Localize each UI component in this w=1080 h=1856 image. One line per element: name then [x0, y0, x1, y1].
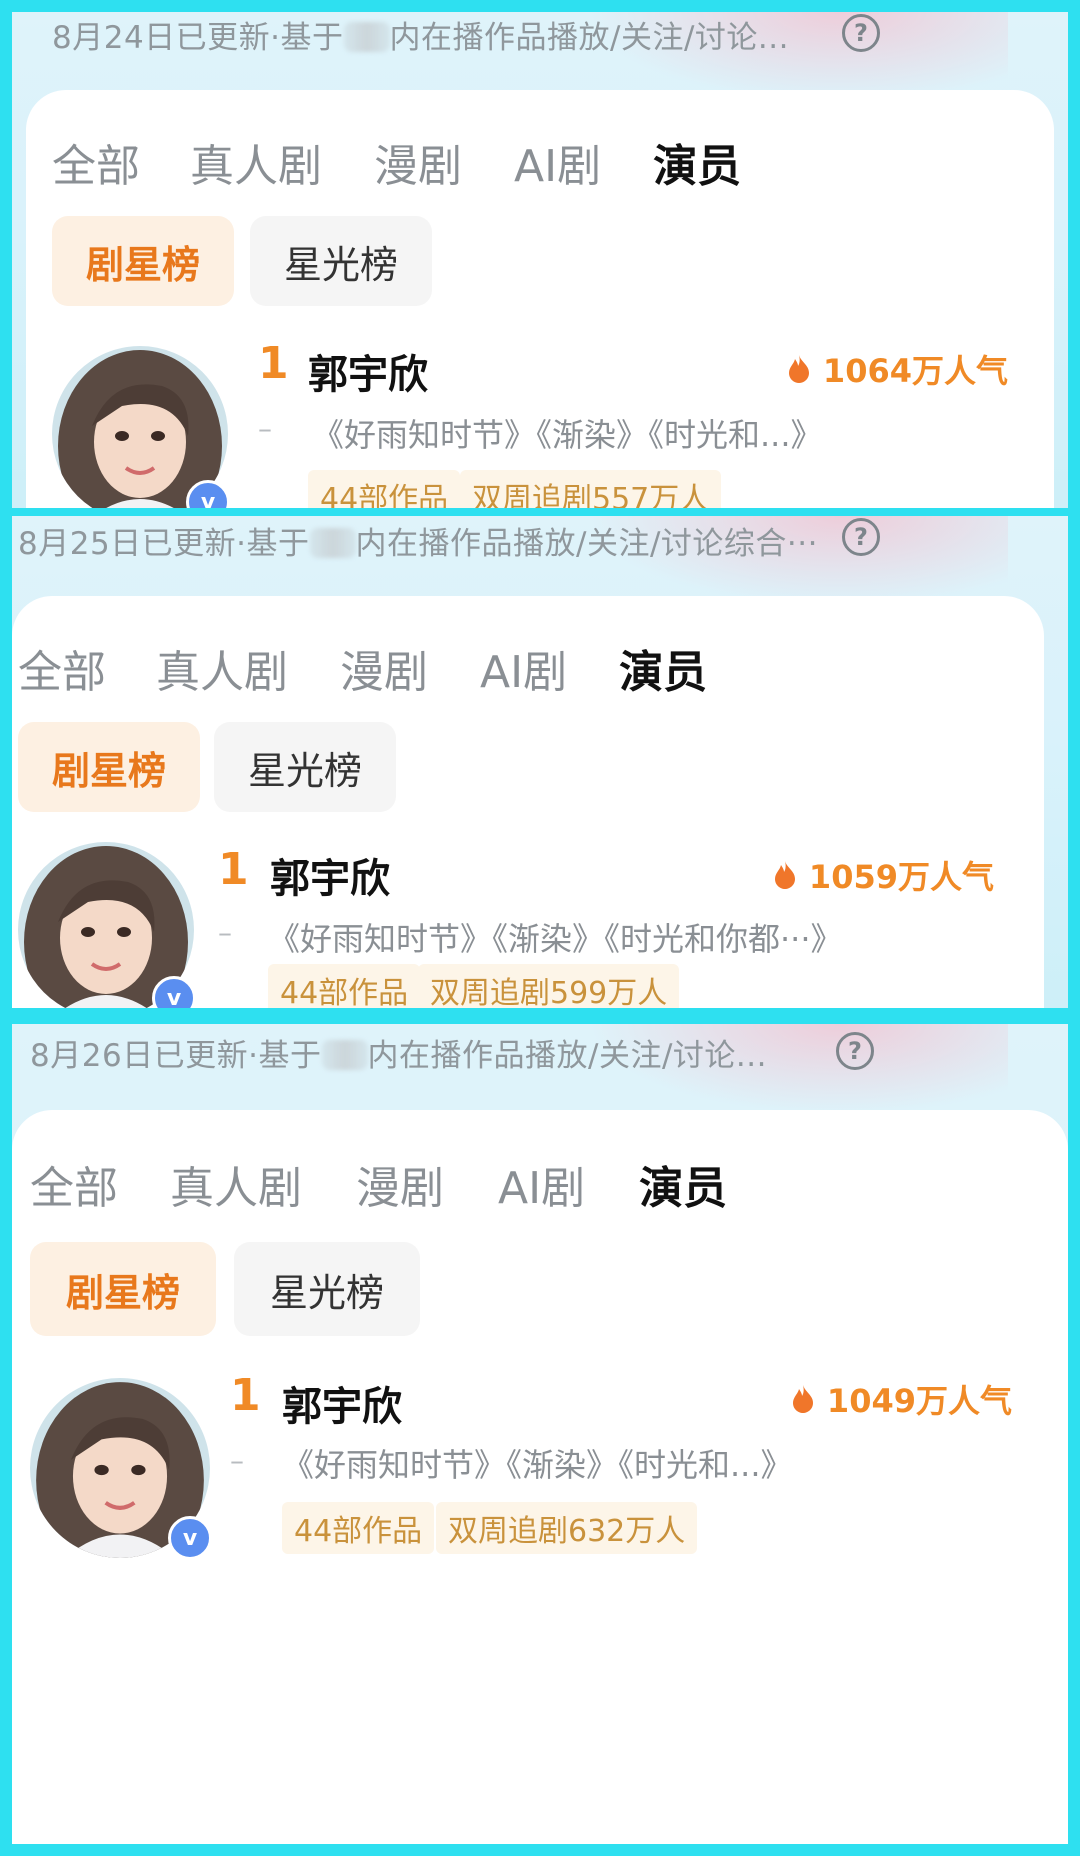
verified-badge-icon: v — [168, 1516, 212, 1560]
category-tabs: 全部 真人剧 漫剧 AI剧 演员 — [52, 130, 741, 194]
followers-tag: 双周追剧632万人 — [436, 1502, 698, 1554]
blurred-app-name — [309, 528, 356, 558]
tab-live-action[interactable]: 真人剧 — [190, 130, 322, 194]
tab-all[interactable]: 全部 — [30, 1152, 118, 1216]
flame-icon — [791, 1384, 815, 1414]
ranking-snapshot-1: 8月24日已更新·基于 内在播作品播放/关注/讨论... ? 全部 真人剧 漫剧 … — [12, 12, 1068, 508]
ranking-card: 全部 真人剧 漫剧 AI剧 演员 剧星榜 星光榜 v — [12, 596, 1044, 1008]
actor-name[interactable]: 郭宇欣 — [308, 342, 428, 400]
tab-comic[interactable]: 漫剧 — [340, 636, 428, 700]
tab-ai-drama[interactable]: AI剧 — [498, 1152, 585, 1216]
subtab-drama-star-ranking[interactable]: 剧星榜 — [30, 1242, 216, 1336]
subtab-starlight-ranking[interactable]: 星光榜 — [250, 216, 432, 306]
question-circle-icon[interactable]: ? — [842, 14, 880, 52]
tab-ai-drama[interactable]: AI剧 — [514, 130, 601, 194]
rank-change: – — [218, 916, 232, 949]
tab-all[interactable]: 全部 — [18, 636, 106, 700]
category-tabs: 全部 真人剧 漫剧 AI剧 演员 — [30, 1152, 727, 1216]
popularity-value: 1064万人气 — [822, 352, 1008, 390]
tab-actors[interactable]: 演员 — [639, 1152, 727, 1216]
update-info: 8月26日已更新·基于 内在播作品播放/关注/讨论... — [30, 1038, 767, 1074]
tab-ai-drama[interactable]: AI剧 — [480, 636, 567, 700]
tab-actors[interactable]: 演员 — [619, 636, 707, 700]
rank-number: 1 — [258, 338, 289, 389]
update-info: 8月25日已更新·基于 内在播作品播放/关注/讨论综合··· — [18, 526, 818, 562]
tab-all[interactable]: 全部 — [52, 130, 140, 194]
blurred-app-name — [321, 1040, 368, 1070]
tab-comic[interactable]: 漫剧 — [356, 1152, 444, 1216]
question-circle-icon[interactable]: ? — [836, 1032, 874, 1070]
popularity: 1064万人气 — [787, 346, 1008, 392]
blurred-app-name — [343, 22, 390, 52]
works-count-tag: 44部作品 — [268, 964, 421, 1008]
update-info: 8月24日已更新·基于 内在播作品播放/关注/讨论... — [52, 20, 789, 56]
question-circle-icon[interactable]: ? — [842, 518, 880, 556]
works-list: 《好雨知时节》《渐染》《时光和...》 — [282, 1446, 793, 1484]
tab-live-action[interactable]: 真人剧 — [156, 636, 288, 700]
actor-name[interactable]: 郭宇欣 — [282, 1374, 402, 1432]
ranking-snapshot-3: 8月26日已更新·基于 内在播作品播放/关注/讨论... ? 全部 真人剧 漫剧 … — [12, 1024, 1068, 1844]
ranking-card: 全部 真人剧 漫剧 AI剧 演员 剧星榜 星光榜 v — [26, 90, 1054, 508]
followers-tag: 双周追剧557万人 — [460, 470, 722, 508]
rank-number: 1 — [218, 844, 249, 895]
subtab-drama-star-ranking[interactable]: 剧星榜 — [52, 216, 234, 306]
popularity: 1059万人气 — [773, 852, 994, 898]
flame-icon — [773, 860, 797, 890]
verified-badge-icon: v — [152, 976, 196, 1008]
subtab-drama-star-ranking[interactable]: 剧星榜 — [18, 722, 200, 812]
category-tabs: 全部 真人剧 漫剧 AI剧 演员 — [18, 636, 707, 700]
works-list: 《好雨知时节》《渐染》《时光和你都···》 — [268, 920, 843, 958]
ranking-card: 全部 真人剧 漫剧 AI剧 演员 剧星榜 星光榜 v — [12, 1110, 1068, 1844]
actor-name[interactable]: 郭宇欣 — [270, 846, 390, 904]
rank-number: 1 — [230, 1370, 261, 1421]
subtab-starlight-ranking[interactable]: 星光榜 — [214, 722, 396, 812]
avatar[interactable]: v — [52, 346, 230, 508]
flame-icon — [787, 354, 811, 384]
tab-actors[interactable]: 演员 — [653, 130, 741, 194]
followers-tag: 双周追剧599万人 — [418, 964, 680, 1008]
tab-comic[interactable]: 漫剧 — [374, 130, 462, 194]
tab-live-action[interactable]: 真人剧 — [170, 1152, 302, 1216]
works-count-tag: 44部作品 — [308, 470, 461, 508]
avatar[interactable]: v — [30, 1378, 212, 1560]
works-count-tag: 44部作品 — [282, 1502, 435, 1554]
popularity: 1049万人气 — [791, 1376, 1012, 1422]
rank-change: – — [258, 412, 272, 445]
subtab-starlight-ranking[interactable]: 星光榜 — [234, 1242, 420, 1336]
ranking-snapshot-2: 8月25日已更新·基于 内在播作品播放/关注/讨论综合··· ? 全部 真人剧 漫… — [12, 516, 1068, 1008]
popularity-value: 1059万人气 — [808, 858, 994, 896]
avatar[interactable]: v — [18, 842, 196, 1008]
popularity-value: 1049万人气 — [826, 1382, 1012, 1420]
works-list: 《好雨知时节》《渐染》《时光和...》 — [312, 416, 823, 454]
rank-change: – — [230, 1444, 244, 1477]
